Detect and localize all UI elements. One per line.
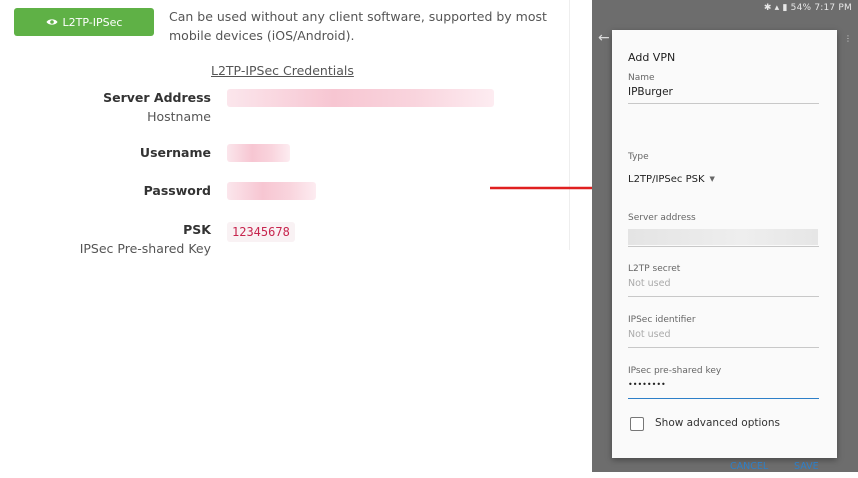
type-label: Type [628, 152, 649, 162]
ipsec-identifier-underline [628, 347, 819, 348]
menu-icon[interactable]: ⋮ [844, 34, 852, 43]
protocol-description: Can be used without any client software,… [169, 9, 547, 43]
show-advanced-checkbox[interactable] [630, 417, 644, 431]
signal-icon: ▴ [774, 3, 780, 13]
bluetooth-icon: ✱ [763, 3, 772, 13]
username-value-redacted [227, 144, 290, 162]
server-address-label: Server Address [103, 90, 211, 105]
cancel-button[interactable]: CANCEL [730, 461, 768, 472]
ipsec-psk-underline [628, 398, 819, 399]
l2tp-ipsec-button-label: L2TP-IPSec [62, 15, 123, 29]
phone-screenshot: ✱ ▴ ▮ 54% 7:17 PM ← ⋮ Add VPN Name IPBur… [592, 0, 858, 472]
l2tp-secret-input[interactable]: Not used [628, 278, 671, 289]
server-underline [628, 246, 819, 247]
save-button[interactable]: SAVE [794, 461, 819, 472]
psk-label: PSK [183, 222, 211, 237]
server-address-input[interactable] [628, 229, 818, 245]
name-label: Name [628, 73, 655, 83]
name-input[interactable]: IPBurger [628, 86, 673, 98]
dropdown-caret-icon: ▼ [709, 175, 715, 183]
ipsec-psk-input[interactable]: •••••••• [628, 380, 666, 389]
battery-icon: ▮ [782, 3, 788, 13]
credentials-title[interactable]: L2TP-IPSec Credentials [211, 63, 354, 78]
password-value-redacted [227, 182, 316, 200]
psk-sublabel: IPSec Pre-shared Key [79, 241, 211, 256]
hostname-sublabel: Hostname [147, 109, 211, 124]
add-vpn-dialog: Add VPN Name IPBurger Type L2TP/IPSec PS… [612, 30, 837, 472]
server-address-field-label: Server address [628, 213, 696, 223]
password-label: Password [143, 183, 211, 198]
ipsec-identifier-input[interactable]: Not used [628, 329, 671, 340]
username-label: Username [139, 145, 211, 160]
eye-icon [46, 18, 58, 26]
status-text: 54% 7:17 PM [790, 3, 852, 13]
show-advanced-label: Show advanced options [655, 417, 780, 429]
ipsec-identifier-label: IPSec identifier [628, 315, 696, 325]
l2tp-secret-label: L2TP secret [628, 264, 681, 274]
name-underline [628, 103, 819, 104]
status-bar: ✱ ▴ ▮ 54% 7:17 PM [764, 3, 852, 13]
type-select[interactable]: L2TP/IPSec PSK ▼ [628, 174, 715, 185]
type-value: L2TP/IPSec PSK [628, 174, 705, 185]
panel-divider [569, 0, 570, 250]
l2tp-secret-underline [628, 296, 819, 297]
dialog-title: Add VPN [628, 51, 676, 64]
ipsec-psk-label: IPsec pre-shared key [628, 366, 722, 376]
back-arrow-icon[interactable]: ← [598, 30, 610, 46]
psk-value: 12345678 [227, 222, 295, 242]
l2tp-ipsec-button[interactable]: L2TP-IPSec [14, 8, 154, 36]
server-address-value-redacted [227, 89, 494, 107]
